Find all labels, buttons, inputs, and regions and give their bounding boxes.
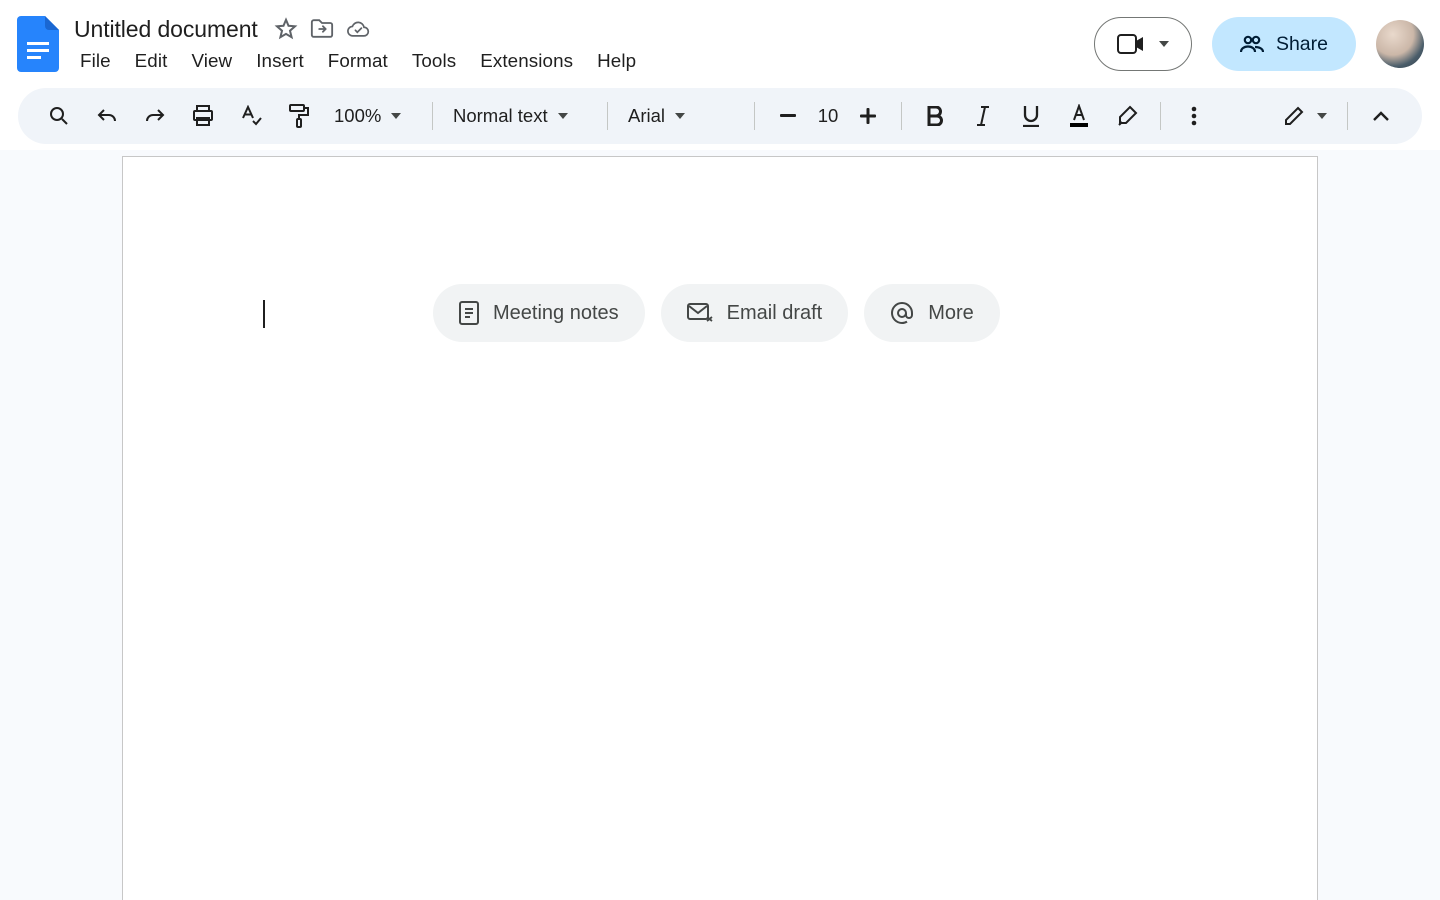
chevron-down-icon bbox=[1317, 113, 1327, 119]
undo-icon[interactable] bbox=[88, 97, 126, 135]
paint-format-icon[interactable] bbox=[280, 97, 318, 135]
search-icon[interactable] bbox=[40, 97, 78, 135]
bold-icon[interactable] bbox=[916, 97, 954, 135]
star-icon[interactable] bbox=[274, 17, 298, 41]
smart-chip-row: Meeting notes Email draft More bbox=[433, 284, 1000, 342]
separator bbox=[432, 102, 433, 130]
print-icon[interactable] bbox=[184, 97, 222, 135]
menu-file[interactable]: File bbox=[70, 46, 121, 76]
font-size-increase-icon[interactable] bbox=[849, 97, 887, 135]
move-icon[interactable] bbox=[310, 17, 334, 41]
chip-label: Email draft bbox=[727, 302, 823, 325]
menu-edit[interactable]: Edit bbox=[125, 46, 178, 76]
docs-logo-icon[interactable] bbox=[14, 12, 62, 76]
chevron-down-icon bbox=[391, 113, 401, 119]
font-size-decrease-icon[interactable] bbox=[769, 97, 807, 135]
separator bbox=[1347, 102, 1348, 130]
zoom-value: 100% bbox=[334, 105, 381, 127]
menu-extensions[interactable]: Extensions bbox=[470, 46, 583, 76]
cloud-status-icon[interactable] bbox=[346, 17, 370, 41]
menu-format[interactable]: Format bbox=[318, 46, 398, 76]
chip-more[interactable]: More bbox=[864, 284, 1000, 342]
chevron-down-icon bbox=[1159, 41, 1169, 47]
font-value: Arial bbox=[628, 105, 665, 127]
document-title[interactable]: Untitled document bbox=[70, 16, 262, 43]
menu-view[interactable]: View bbox=[181, 46, 242, 76]
editing-mode-dropdown[interactable] bbox=[1273, 97, 1337, 135]
meet-button[interactable] bbox=[1094, 17, 1192, 71]
chip-meeting-notes[interactable]: Meeting notes bbox=[433, 284, 645, 342]
style-value: Normal text bbox=[453, 105, 548, 127]
header: Untitled document File Edi bbox=[0, 0, 1440, 88]
font-size-value[interactable]: 10 bbox=[813, 105, 843, 127]
menubar: File Edit View Insert Format Tools Exten… bbox=[70, 46, 646, 76]
highlight-icon[interactable] bbox=[1108, 97, 1146, 135]
collapse-toolbar-icon[interactable] bbox=[1362, 97, 1400, 135]
more-tools-icon[interactable] bbox=[1175, 97, 1213, 135]
zoom-dropdown[interactable]: 100% bbox=[324, 97, 422, 135]
separator bbox=[607, 102, 608, 130]
menu-insert[interactable]: Insert bbox=[246, 46, 314, 76]
account-avatar[interactable] bbox=[1376, 20, 1424, 68]
chip-email-draft[interactable]: Email draft bbox=[661, 284, 849, 342]
chevron-down-icon bbox=[675, 113, 685, 119]
chevron-down-icon bbox=[558, 113, 568, 119]
share-button[interactable]: Share bbox=[1212, 17, 1356, 71]
at-icon bbox=[890, 301, 914, 325]
people-icon bbox=[1240, 35, 1264, 53]
pencil-icon bbox=[1283, 105, 1305, 127]
text-color-icon[interactable] bbox=[1060, 97, 1098, 135]
chip-label: Meeting notes bbox=[493, 302, 619, 325]
share-label: Share bbox=[1276, 33, 1328, 56]
font-dropdown[interactable]: Arial bbox=[618, 97, 744, 135]
text-cursor bbox=[263, 300, 265, 328]
paragraph-style-dropdown[interactable]: Normal text bbox=[443, 97, 597, 135]
page[interactable]: Meeting notes Email draft More bbox=[122, 156, 1318, 900]
spellcheck-icon[interactable] bbox=[232, 97, 270, 135]
italic-icon[interactable] bbox=[964, 97, 1002, 135]
chip-label: More bbox=[928, 302, 974, 325]
document-canvas[interactable]: Meeting notes Email draft More bbox=[0, 150, 1440, 900]
redo-icon[interactable] bbox=[136, 97, 174, 135]
email-icon bbox=[687, 303, 713, 323]
video-camera-icon bbox=[1117, 34, 1145, 54]
menu-help[interactable]: Help bbox=[587, 46, 646, 76]
toolbar: 100% Normal text Arial 10 bbox=[18, 88, 1422, 144]
menu-tools[interactable]: Tools bbox=[402, 46, 466, 76]
separator bbox=[1160, 102, 1161, 130]
separator bbox=[754, 102, 755, 130]
underline-icon[interactable] bbox=[1012, 97, 1050, 135]
notes-icon bbox=[459, 301, 479, 325]
separator bbox=[901, 102, 902, 130]
